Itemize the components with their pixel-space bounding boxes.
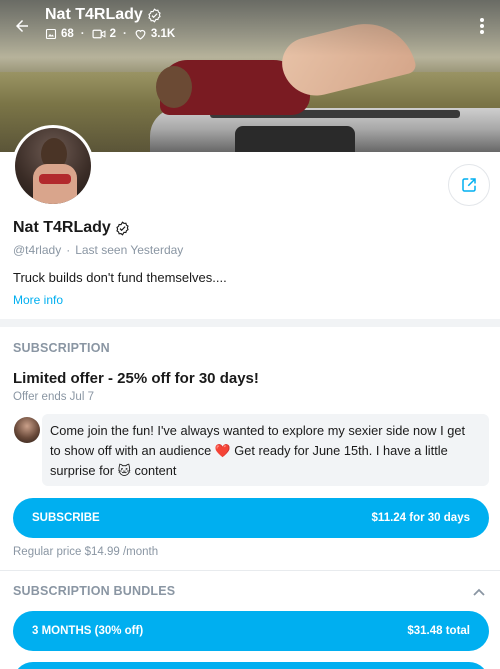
chevron-up-icon	[473, 588, 485, 596]
image-icon	[45, 28, 57, 40]
profile-name-text: Nat T4RLady	[13, 219, 111, 236]
header-name: Nat T4RLady	[45, 6, 143, 23]
collapse-bundles-button[interactable]	[470, 583, 488, 601]
subscribe-button[interactable]: SUBSCRIBE $11.24 for 30 days	[13, 498, 489, 538]
subscription-message: Come join the fun! I've always wanted to…	[42, 414, 489, 486]
message-avatar	[14, 417, 40, 443]
profile-handle: @t4rlady	[13, 243, 62, 257]
section-divider	[0, 319, 500, 327]
back-button[interactable]	[8, 12, 36, 40]
bundle-price: $31.48 total	[407, 625, 470, 637]
header-stats: 68 · 2 · 3.1K	[45, 28, 175, 40]
offer-ends: Offer ends Jul 7	[13, 391, 94, 403]
more-vertical-icon	[480, 18, 484, 34]
subscribe-price: $11.24 for 30 days	[371, 512, 470, 524]
message-text-3: content	[130, 463, 177, 478]
cover-head	[156, 66, 192, 108]
avatar[interactable]	[12, 125, 94, 207]
section-divider	[0, 570, 500, 571]
avatar-photo	[15, 128, 91, 204]
bundle-button[interactable]: 3 MONTHS (30% off) $31.48 total	[13, 611, 489, 651]
more-options-button[interactable]	[470, 12, 494, 40]
stat-separator: ·	[123, 28, 127, 40]
more-info-link[interactable]: More info	[13, 293, 63, 307]
regular-price: Regular price $14.99 /month	[13, 546, 159, 558]
bundles-section-title: SUBSCRIPTION BUNDLES	[13, 584, 176, 598]
share-icon	[462, 178, 476, 192]
video-icon	[92, 29, 106, 39]
photo-count: 68	[61, 28, 74, 40]
bundle-label: 3 MONTHS (30% off)	[32, 625, 144, 637]
top-bar: Nat T4RLady 68 · 2 · 3.1K	[0, 0, 500, 56]
profile-bio: Truck builds don't fund themselves....	[13, 270, 227, 285]
avatar-top	[39, 174, 71, 184]
offer-title: Limited offer - 25% off for 30 days!	[13, 370, 259, 387]
share-button[interactable]	[448, 164, 490, 206]
cat-emoji: 🐱	[117, 463, 131, 478]
header-title: Nat T4RLady	[45, 6, 162, 24]
verified-icon	[116, 220, 129, 236]
cover-car-window	[235, 126, 355, 152]
bundle-button-next[interactable]	[13, 662, 489, 669]
heart-emoji: ❤️	[214, 443, 231, 458]
avatar-body	[33, 164, 77, 204]
like-count: 3.1K	[150, 28, 176, 40]
meta-separator: ·	[66, 243, 71, 257]
heart-outline-icon	[135, 29, 146, 40]
last-seen: Last seen Yesterday	[75, 243, 184, 257]
verified-icon	[148, 7, 161, 23]
subscribe-label: SUBSCRIBE	[32, 512, 100, 524]
subscription-section-title: SUBSCRIPTION	[13, 341, 110, 355]
video-count: 2	[109, 28, 117, 40]
arrow-left-icon	[16, 20, 28, 32]
profile-meta: @t4rlady · Last seen Yesterday	[13, 243, 183, 257]
stat-separator: ·	[80, 28, 85, 40]
profile-name: Nat T4RLady	[13, 219, 130, 237]
